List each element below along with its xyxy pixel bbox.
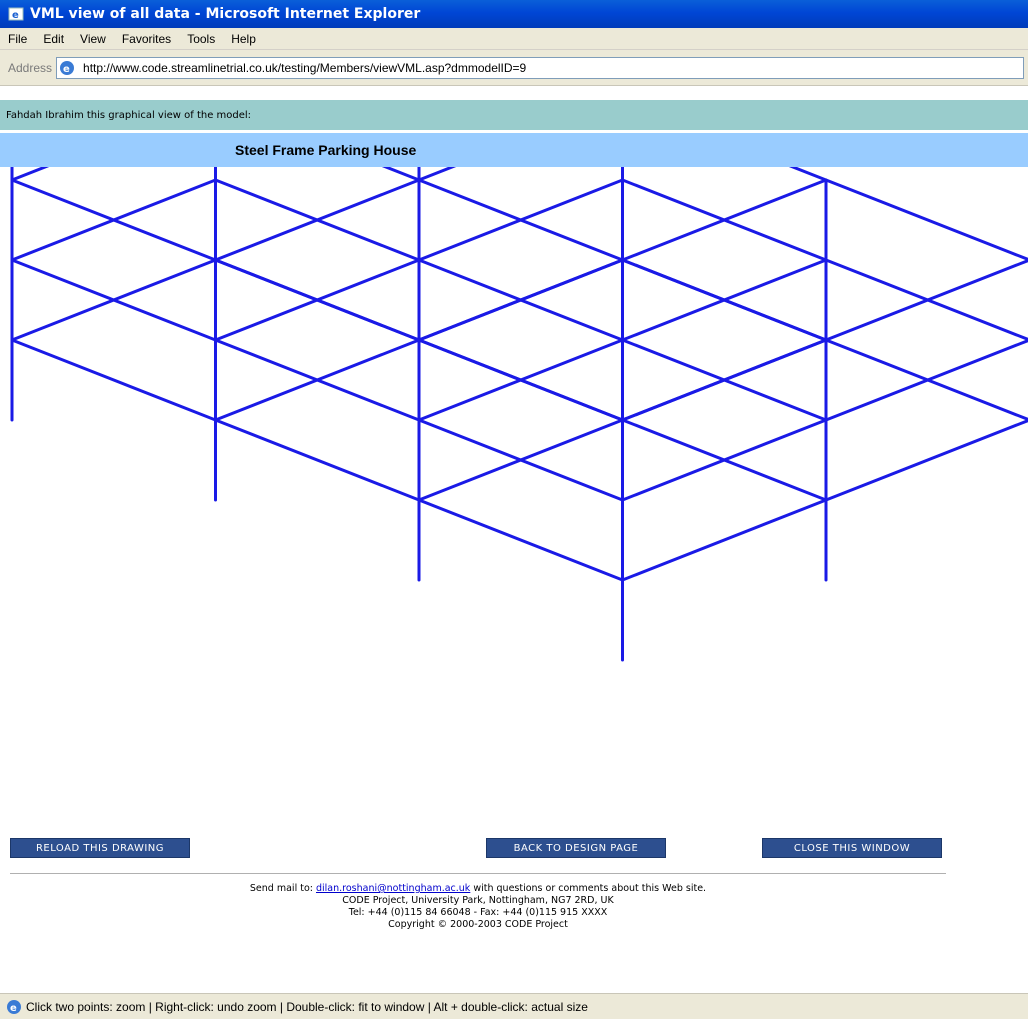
model-title: Steel Frame Parking House <box>235 142 417 158</box>
window-title: VML view of all data - Microsoft Interne… <box>30 6 421 22</box>
address-bar: Address e http://www.code.streamlinetria… <box>0 50 1028 86</box>
footer-address: CODE Project, University Park, Nottingha… <box>342 895 614 906</box>
status-text: Click two points: zoom | Right-click: un… <box>26 999 588 1014</box>
footer-email-link[interactable]: dilan.roshani@nottingham.ac.uk <box>316 883 470 894</box>
frame-member <box>417 498 624 582</box>
frame-member <box>788 167 828 182</box>
footer: Send mail to: dilan.roshani@nottingham.a… <box>0 883 956 931</box>
svg-text:e: e <box>12 10 19 21</box>
frame-drawing[interactable] <box>0 167 1028 837</box>
svg-text:e: e <box>10 1003 17 1014</box>
svg-text:e: e <box>63 64 70 75</box>
menu-favorites[interactable]: Favorites <box>114 32 179 46</box>
frame-member <box>824 178 1028 262</box>
ie-window-icon[interactable]: e <box>8 6 24 22</box>
status-bar: e Click two points: zoom | Right-click: … <box>0 993 1028 1019</box>
back-to-design-button[interactable]: BACK TO DESIGN PAGE <box>486 838 666 858</box>
menu-bar: File Edit View Favorites Tools Help <box>0 28 1028 50</box>
address-field[interactable]: e http://www.code.streamlinetrial.co.uk/… <box>56 56 1024 79</box>
menu-file[interactable]: File <box>0 32 35 46</box>
frame-member <box>417 167 457 182</box>
menu-edit[interactable]: Edit <box>35 32 72 46</box>
frame-member <box>214 418 421 502</box>
frame-member <box>621 498 828 582</box>
menu-view[interactable]: View <box>72 32 114 46</box>
footer-copyright: Copyright © 2000-2003 CODE Project <box>388 919 568 930</box>
frame-member <box>10 338 217 422</box>
greeting-bar: Fahdah Ibrahim this graphical view of th… <box>0 100 1028 130</box>
footer-mail-line: Send mail to: dilan.roshani@nottingham.a… <box>0 883 956 895</box>
frame-member <box>10 167 50 182</box>
footer-send-suffix: with questions or comments about this We… <box>473 883 707 894</box>
close-window-button[interactable]: CLOSE THIS WINDOW <box>762 838 942 858</box>
status-page-icon: e <box>6 999 22 1015</box>
page-icon: e <box>59 60 75 76</box>
frame-member <box>824 418 1028 502</box>
reload-drawing-button[interactable]: RELOAD THIS DRAWING <box>10 838 190 858</box>
footer-divider <box>10 873 946 874</box>
footer-tel: Tel: +44 (0)115 84 66048 - Fax: +44 (0)1… <box>348 907 608 918</box>
address-url[interactable]: http://www.code.streamlinetrial.co.uk/te… <box>79 61 526 75</box>
footer-send-prefix: Send mail to: <box>249 883 313 894</box>
window-title-bar[interactable]: e VML view of all data - Microsoft Inter… <box>0 0 1028 28</box>
menu-tools[interactable]: Tools <box>179 32 223 46</box>
address-label: Address <box>8 60 53 75</box>
greeting-text: Fahdah Ibrahim this graphical view of th… <box>6 109 252 121</box>
frame-member <box>381 167 421 182</box>
model-title-bar: Steel Frame Parking House <box>0 133 1028 167</box>
menu-help[interactable]: Help <box>223 32 264 46</box>
frame-lines <box>10 167 1028 662</box>
